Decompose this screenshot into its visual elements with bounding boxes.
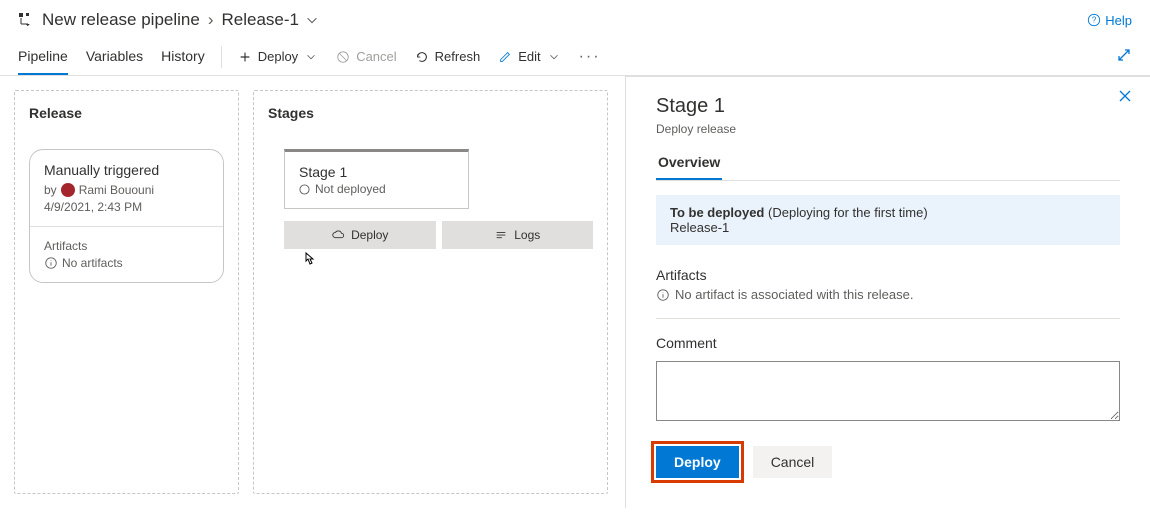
info-icon <box>44 256 58 270</box>
artifacts-label: Artifacts <box>44 239 209 253</box>
help-icon: ? <box>1087 13 1101 27</box>
breadcrumb: New release pipeline › Release-1 <box>18 10 319 30</box>
more-menu[interactable]: ··· <box>579 48 601 66</box>
comment-textarea[interactable] <box>656 361 1120 421</box>
cancel-button[interactable]: Cancel <box>753 446 833 478</box>
stage-logs-button[interactable]: Logs <box>442 221 594 249</box>
breadcrumb-current[interactable]: Release-1 <box>222 10 320 30</box>
breadcrumb-parent[interactable]: New release pipeline <box>42 10 200 30</box>
refresh-icon <box>415 50 429 64</box>
cancel-button[interactable]: Cancel <box>336 49 396 64</box>
close-icon <box>1118 89 1132 103</box>
no-artifacts-text: No artifacts <box>62 256 123 270</box>
help-link[interactable]: ? Help <box>1087 13 1132 28</box>
tab-variables[interactable]: Variables <box>86 38 143 75</box>
to-be-deployed-suffix: (Deploying for the first time) <box>768 205 928 220</box>
help-label: Help <box>1105 13 1132 28</box>
pipeline-icon <box>18 12 34 28</box>
stage-deploy-label: Deploy <box>351 228 388 242</box>
release-panel: Release Manually triggered by Rami Bouou… <box>14 90 239 494</box>
close-button[interactable] <box>1118 89 1132 108</box>
drawer-title: Stage 1 <box>656 95 1120 118</box>
release-date: 4/9/2021, 2:43 PM <box>44 200 209 214</box>
svg-text:?: ? <box>1092 16 1097 25</box>
comment-label: Comment <box>656 335 1120 351</box>
to-be-deployed-label: To be deployed <box>670 205 764 220</box>
by-user: Rami Bououni <box>79 183 154 197</box>
chevron-right-icon: › <box>208 10 214 30</box>
deploy-dropdown[interactable]: Deploy <box>238 49 318 64</box>
deploy-label: Deploy <box>258 49 298 64</box>
cursor-icon <box>300 251 625 272</box>
cloud-icon <box>331 228 345 242</box>
plus-icon <box>238 50 252 64</box>
tab-history[interactable]: History <box>161 38 205 75</box>
divider <box>221 46 222 68</box>
refresh-label: Refresh <box>435 49 481 64</box>
logs-icon <box>494 228 508 242</box>
cancel-label: Cancel <box>356 49 396 64</box>
tab-overview[interactable]: Overview <box>656 154 722 180</box>
stage-deploy-button[interactable]: Deploy <box>284 221 436 249</box>
edit-icon <box>498 50 512 64</box>
info-box: To be deployed (Deploying for the first … <box>656 195 1120 245</box>
deploy-drawer: Stage 1 Deploy release Overview To be de… <box>625 76 1150 508</box>
edit-label: Edit <box>518 49 540 64</box>
release-card-title: Manually triggered <box>44 162 209 178</box>
stage-logs-label: Logs <box>514 228 540 242</box>
breadcrumb-current-label: Release-1 <box>222 10 300 30</box>
drawer-subtitle: Deploy release <box>656 122 1120 136</box>
refresh-button[interactable]: Refresh <box>415 49 481 64</box>
stages-panel: Stages Stage 1 Not deployed Deploy <box>253 90 608 494</box>
deploy-button[interactable]: Deploy <box>656 446 739 478</box>
stages-title: Stages <box>268 105 593 121</box>
info-release-name: Release-1 <box>670 220 1106 235</box>
artifacts-title: Artifacts <box>656 267 1120 283</box>
chevron-down-icon <box>305 13 319 27</box>
edit-dropdown[interactable]: Edit <box>498 49 560 64</box>
stage-card[interactable]: Stage 1 Not deployed <box>284 149 469 209</box>
by-prefix: by <box>44 183 57 197</box>
chevron-down-icon <box>304 50 318 64</box>
circle-icon <box>299 184 310 195</box>
fullscreen-button[interactable] <box>1116 47 1132 66</box>
release-title: Release <box>29 105 224 121</box>
info-icon <box>656 288 670 302</box>
stage-name: Stage 1 <box>299 164 454 180</box>
cancel-icon <box>336 50 350 64</box>
fullscreen-icon <box>1116 47 1132 63</box>
stage-status: Not deployed <box>315 182 386 196</box>
no-artifact-msg: No artifact is associated with this rele… <box>675 287 913 302</box>
chevron-down-icon <box>547 50 561 64</box>
avatar <box>61 183 75 197</box>
tab-pipeline[interactable]: Pipeline <box>18 38 68 75</box>
release-card[interactable]: Manually triggered by Rami Bououni 4/9/2… <box>29 149 224 283</box>
